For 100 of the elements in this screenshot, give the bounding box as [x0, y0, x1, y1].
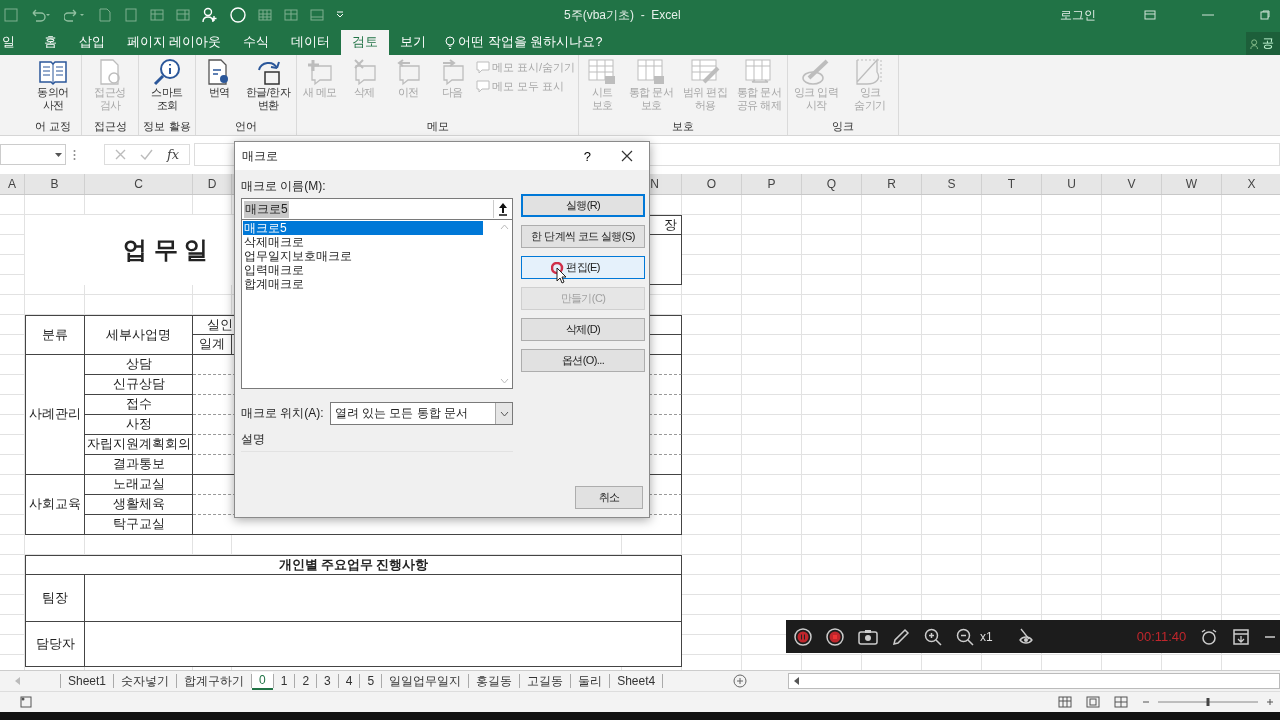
ribbon-tab[interactable]: 삽입: [68, 30, 116, 55]
table-cell: 신규상담: [85, 375, 193, 395]
ribbon-tab[interactable]: 수식: [232, 30, 281, 55]
column-header[interactable]: V: [1102, 174, 1162, 194]
table-cell: 사례관리: [25, 355, 85, 475]
page-break-icon[interactable]: [1114, 696, 1128, 708]
table-icon[interactable]: [150, 8, 164, 22]
horizontal-scrollbar[interactable]: [788, 673, 1280, 689]
location-dropdown[interactable]: 열려 있는 모든 통합 문서: [329, 402, 513, 425]
table-icon[interactable]: [258, 8, 272, 22]
redo-icon[interactable]: [64, 8, 86, 22]
scroll-left-icon[interactable]: [793, 677, 801, 685]
column-header[interactable]: O: [682, 174, 742, 194]
ribbon-tab[interactable]: 일: [0, 30, 33, 55]
dialog-button[interactable]: 옵션(O)...: [521, 349, 645, 372]
column-header[interactable]: Q: [802, 174, 862, 194]
sheet-tab[interactable]: 일일업무일지: [382, 672, 469, 690]
list-item[interactable]: 입력매크로: [243, 263, 483, 277]
dialog-button[interactable]: 편집(E): [521, 256, 645, 279]
column-header[interactable]: T: [982, 174, 1042, 194]
insert-function-button[interactable]: fx: [167, 147, 180, 162]
macro-record-icon[interactable]: [20, 696, 34, 708]
scroll-up-icon[interactable]: [499, 224, 509, 230]
zoom-in-icon[interactable]: [924, 627, 942, 646]
stop-icon[interactable]: [826, 627, 844, 646]
sheet-tab[interactable]: 고길동: [520, 672, 571, 690]
table-pencil-icon: [690, 58, 721, 86]
sheet-tab[interactable]: 5: [360, 672, 382, 690]
sheet-tab[interactable]: 2: [295, 672, 317, 690]
add-sheet-icon[interactable]: [733, 674, 748, 688]
scroll-down-icon[interactable]: [499, 378, 509, 384]
table-icon[interactable]: [310, 8, 324, 22]
dialog-button[interactable]: 한 단계씩 코드 실행(S): [521, 225, 645, 248]
ribbon-tab[interactable]: 페이지 레이아웃: [116, 30, 233, 55]
ribbon-button[interactable]: 스마트 조회: [142, 58, 192, 113]
ribbon-button[interactable]: 번역: [199, 58, 239, 100]
column-header[interactable]: R: [862, 174, 922, 194]
sheet-tab[interactable]: 합계구하기: [177, 672, 252, 690]
restore-icon[interactable]: [1260, 10, 1270, 20]
table-icon[interactable]: [176, 8, 190, 22]
sheet-tab[interactable]: 홍길동: [469, 672, 520, 690]
column-header[interactable]: A: [0, 174, 25, 194]
zoom-out-icon[interactable]: [956, 627, 974, 646]
sheet-tab[interactable]: 1: [273, 672, 295, 690]
dialog-button[interactable]: 삭제(D): [521, 318, 645, 341]
column-header[interactable]: B: [25, 174, 85, 194]
ribbon-display-icon[interactable]: [1144, 10, 1156, 20]
normal-view-icon[interactable]: [1058, 696, 1072, 708]
ribbon-button[interactable]: 동의어 사전: [28, 58, 78, 113]
dialog-button[interactable]: 실행(R): [521, 194, 645, 217]
macro-list[interactable]: 매크로5 삭제매크로 업무일지보호매크로 입력매크로 합계매크로: [241, 220, 513, 389]
zoom-slider[interactable]: [1158, 697, 1258, 707]
sign-in-link[interactable]: 로그인: [1060, 6, 1096, 24]
page-layout-icon[interactable]: [1086, 696, 1100, 708]
check-icon[interactable]: [140, 149, 153, 160]
pencil-icon[interactable]: [892, 627, 910, 646]
table-icon[interactable]: [284, 8, 298, 22]
column-header[interactable]: X: [1222, 174, 1280, 194]
circle-icon[interactable]: [230, 7, 246, 23]
column-header[interactable]: W: [1162, 174, 1222, 194]
list-item[interactable]: 업무일지보호매크로: [243, 249, 483, 263]
ribbon-tab[interactable]: 보기: [389, 30, 438, 55]
list-item[interactable]: 삭제매크로: [243, 235, 483, 249]
dropdown-icon[interactable]: [336, 11, 344, 19]
ribbon-tab[interactable]: 홈: [33, 30, 68, 55]
ribbon-button[interactable]: 한글/한자 변환: [243, 58, 293, 113]
column-header[interactable]: U: [1042, 174, 1102, 194]
list-item[interactable]: 매크로5: [243, 221, 483, 235]
column-header[interactable]: P: [742, 174, 802, 194]
ribbon-tab[interactable]: 검토: [341, 30, 390, 55]
sheet-tab[interactable]: Sheet1: [61, 672, 114, 690]
cancel-icon[interactable]: [115, 149, 126, 160]
pause-icon[interactable]: [794, 627, 812, 646]
sheet-tab[interactable]: 0: [252, 672, 273, 690]
column-header[interactable]: S: [922, 174, 982, 194]
column-header[interactable]: C: [85, 174, 193, 194]
column-header[interactable]: D: [193, 174, 232, 194]
share-button[interactable]: 공: [1246, 32, 1280, 55]
person-add-icon[interactable]: [202, 7, 218, 23]
more-icon[interactable]: [73, 148, 76, 161]
camera-icon[interactable]: [858, 628, 878, 645]
sheet-tab[interactable]: Sheet4: [610, 672, 663, 690]
sheet-tab[interactable]: 숫자넣기: [114, 672, 177, 690]
cancel-button[interactable]: 취소: [575, 486, 643, 509]
tell-me-field[interactable]: 어떤 작업을 원하시나요?: [445, 30, 603, 55]
alarm-clock-icon[interactable]: [1200, 627, 1219, 646]
sheet-tab[interactable]: 4: [338, 672, 360, 690]
print-preview-icon[interactable]: [98, 8, 112, 22]
input-field[interactable]: 매크로5: [241, 198, 513, 220]
minimize-icon[interactable]: [1264, 634, 1277, 639]
undo-icon[interactable]: [30, 8, 52, 22]
download-window-icon[interactable]: [1232, 627, 1251, 646]
ribbon-tab[interactable]: 데이터: [280, 30, 342, 55]
slider-thumb[interactable]: [1206, 698, 1210, 706]
help-button[interactable]: ?: [583, 148, 591, 164]
sheet-tab[interactable]: 둘리: [571, 672, 610, 690]
field-label: 설명: [241, 432, 265, 446]
sheet-tab[interactable]: 3: [317, 672, 338, 690]
plus-icon[interactable]: [1266, 697, 1274, 707]
close-icon[interactable]: [621, 150, 633, 162]
